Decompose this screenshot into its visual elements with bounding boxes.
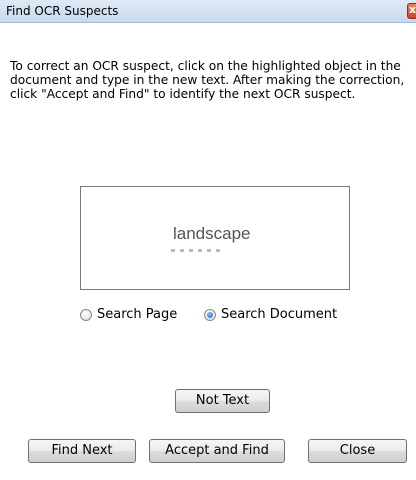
window-title: Find OCR Suspects	[6, 4, 119, 18]
search-document-label: Search Document	[221, 307, 338, 322]
not-text-button[interactable]: Not Text	[175, 389, 270, 413]
search-page-radio[interactable]	[80, 308, 92, 321]
suspect-word: landscape	[173, 224, 251, 243]
ocr-suspect-preview: landscape	[80, 186, 350, 290]
find-next-button[interactable]: Find Next	[28, 439, 136, 463]
search-page-label: Search Page	[97, 307, 178, 322]
instructions-text: To correct an OCR suspect, click on the …	[10, 59, 405, 101]
find-ocr-suspects-dialog: Find OCR Suspects x To correct an OCR su…	[0, 0, 416, 480]
window-close-button[interactable]: x	[407, 3, 416, 19]
search-page-option[interactable]: Search Page	[80, 307, 177, 322]
preview-next-line-fragment	[171, 249, 223, 252]
close-button[interactable]: Close	[308, 439, 407, 463]
accept-and-find-button[interactable]: Accept and Find	[149, 439, 285, 463]
close-icon: x	[409, 3, 416, 16]
search-document-option[interactable]: Search Document	[204, 307, 337, 322]
search-document-radio[interactable]	[204, 308, 216, 321]
title-bar[interactable]: Find OCR Suspects x	[0, 0, 416, 23]
